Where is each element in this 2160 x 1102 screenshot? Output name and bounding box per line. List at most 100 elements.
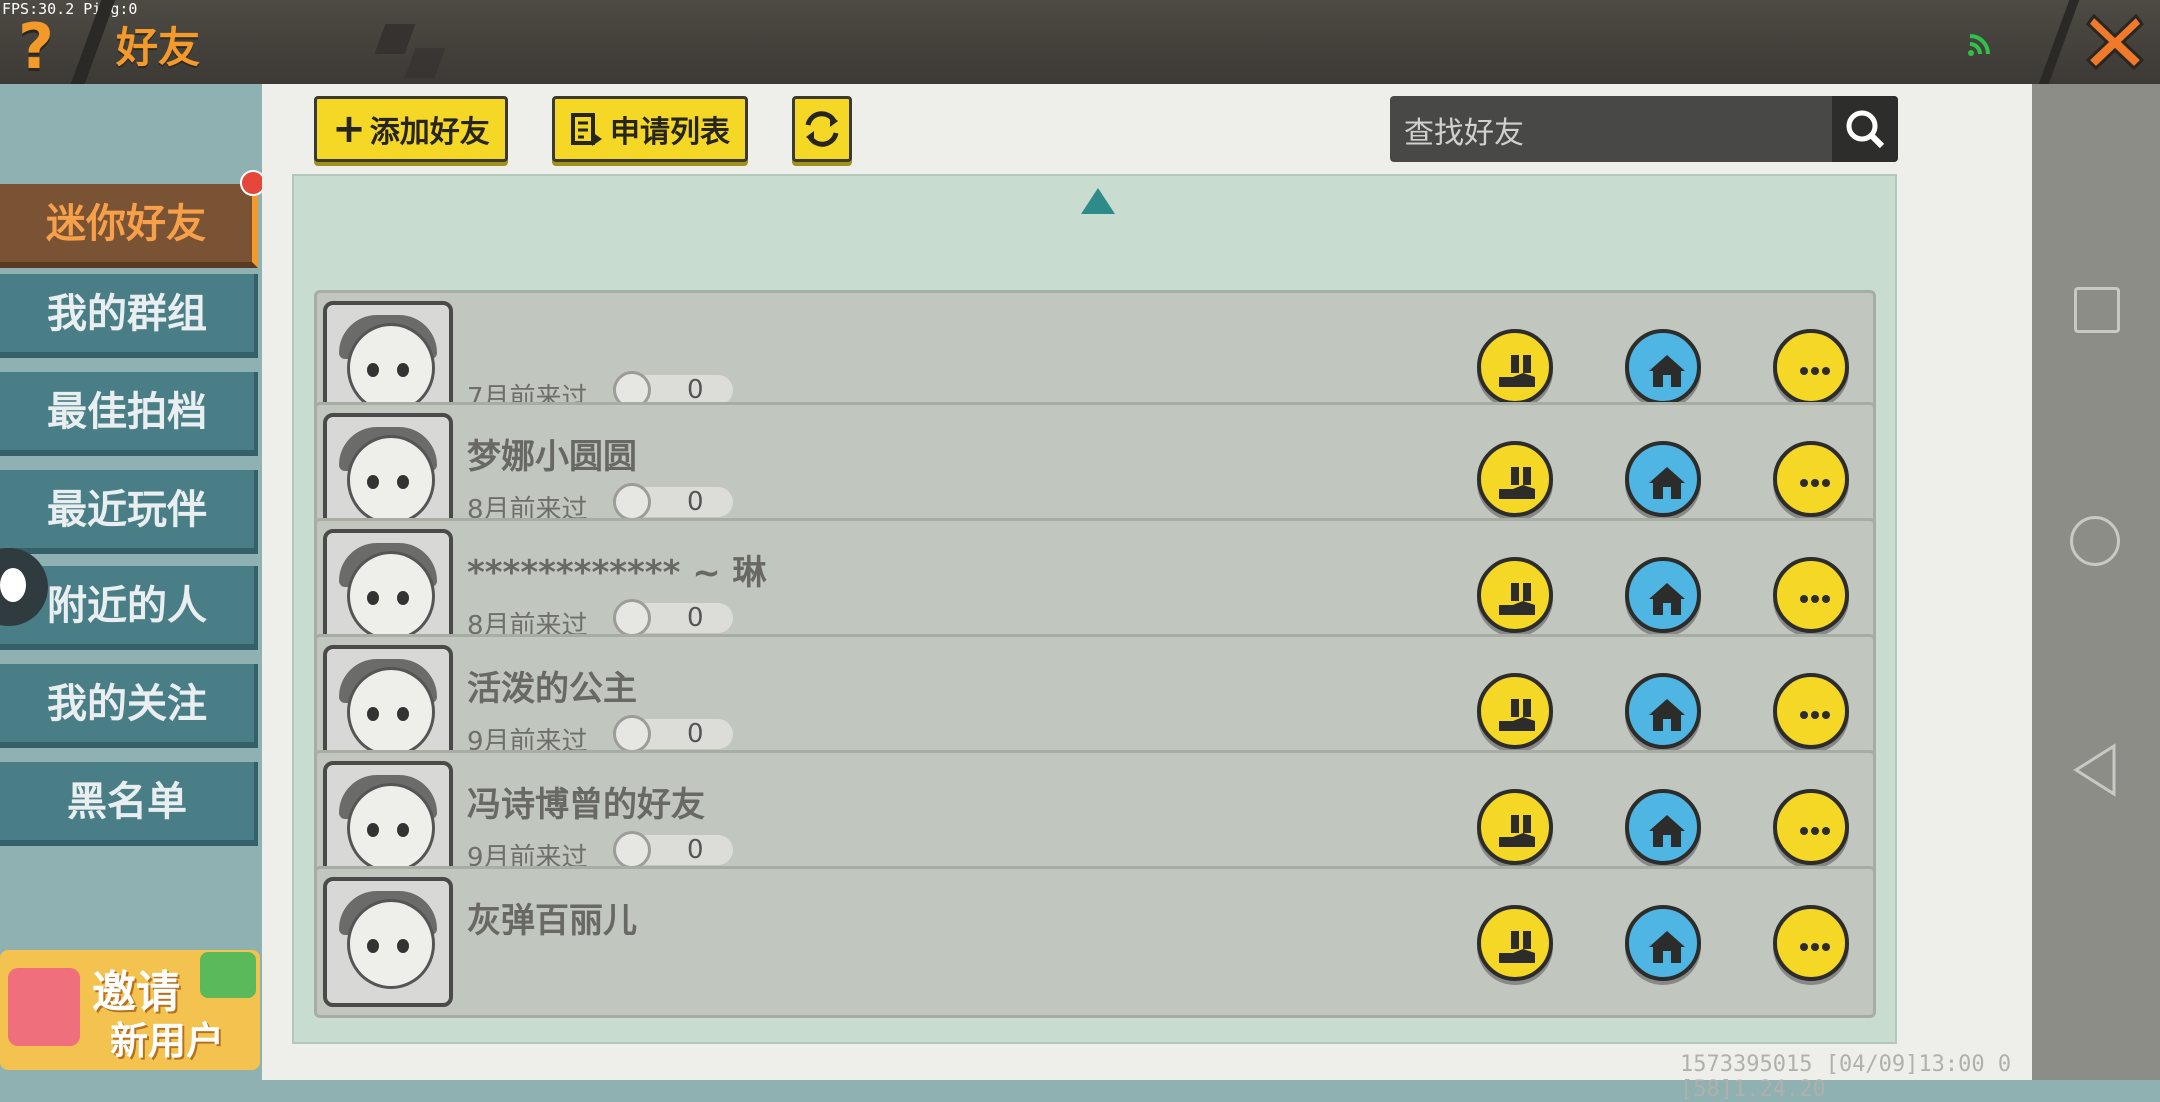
- back-icon[interactable]: [2070, 742, 2120, 798]
- top-bar: FPS:30.2 Ping:0 ? 好友: [0, 0, 2160, 84]
- friendship-score: 0: [613, 483, 733, 521]
- visit-home-button[interactable]: [1625, 789, 1701, 865]
- sidebar-item-label: 我的关注: [47, 681, 207, 727]
- avatar-face: [347, 899, 435, 989]
- sidebar-item-label: 附近的人: [47, 583, 207, 629]
- scroll-up-icon[interactable]: [1081, 188, 1115, 214]
- avatar-eye: [367, 591, 379, 605]
- visit-home-button[interactable]: [1625, 905, 1701, 981]
- build-info: 1573395015 [04/09]13:00 0 [58]1.24.20: [1680, 1052, 2012, 1102]
- friendship-score: 0: [613, 599, 733, 637]
- sidebar-item-my-groups[interactable]: 我的群组: [0, 274, 258, 358]
- request-list-label: 申请列表: [610, 115, 730, 150]
- search-box[interactable]: 查找好友: [1390, 96, 1898, 162]
- avatar-eye: [397, 707, 409, 721]
- search-icon: [1846, 110, 1885, 149]
- score-value: 0: [687, 719, 704, 749]
- score-badge-icon: [613, 483, 651, 521]
- avatar-eye: [367, 823, 379, 837]
- visit-home-button[interactable]: [1625, 441, 1701, 517]
- send-gift-button[interactable]: [1477, 789, 1553, 865]
- avatar-eye: [397, 939, 409, 953]
- avatar-face: [347, 783, 435, 873]
- avatar-face: [347, 435, 435, 525]
- recent-apps-icon[interactable]: [2074, 287, 2120, 333]
- sidebar-item-blacklist[interactable]: 黑名单: [0, 762, 258, 846]
- friendship-score: 0: [613, 831, 733, 869]
- add-friend-label: 添加好友: [369, 115, 490, 150]
- chat-button[interactable]: [1773, 905, 1849, 981]
- visit-home-button[interactable]: [1625, 329, 1701, 405]
- sidebar-item-label: 最近玩伴: [47, 487, 207, 533]
- avatar-face: [347, 667, 435, 757]
- score-badge-icon: [613, 715, 651, 753]
- friendship-score: 0: [613, 715, 733, 753]
- home-nav-icon[interactable]: [2070, 516, 2120, 566]
- close-icon[interactable]: [2080, 6, 2150, 76]
- score-badge-icon: [613, 599, 651, 637]
- avatar-eye: [397, 475, 409, 489]
- visit-home-button[interactable]: [1625, 557, 1701, 633]
- avatar-eye: [397, 591, 409, 605]
- search-button[interactable]: [1832, 96, 1898, 162]
- chat-button[interactable]: [1773, 789, 1849, 865]
- system-nav-bar: [2032, 84, 2160, 1080]
- add-friend-button[interactable]: + 添加好友: [314, 96, 508, 162]
- chat-button[interactable]: [1773, 557, 1849, 633]
- send-gift-button[interactable]: [1477, 557, 1553, 633]
- avatar-eye: [397, 363, 409, 377]
- refresh-icon: [805, 111, 839, 147]
- request-list-button[interactable]: 申请列表: [552, 96, 748, 162]
- friend-avatar[interactable]: [323, 877, 453, 1007]
- send-gift-button[interactable]: [1477, 905, 1553, 981]
- plus-icon: +: [332, 106, 366, 152]
- sidebar-item-mini-friends[interactable]: 迷你好友: [0, 184, 258, 268]
- send-gift-button[interactable]: [1477, 673, 1553, 749]
- sidebar-item-recent-players[interactable]: 最近玩伴: [0, 470, 258, 554]
- send-gift-button[interactable]: [1477, 329, 1553, 405]
- avatar-eye: [367, 363, 379, 377]
- invite-new-user-banner[interactable]: 邀请 新用户: [0, 950, 260, 1070]
- avatar-eye: [367, 939, 379, 953]
- search-input[interactable]: 查找好友: [1404, 108, 1524, 152]
- friend-name: 冯诗博曾的好友: [467, 785, 705, 825]
- sidebar-item-label: 迷你好友: [46, 201, 206, 247]
- score-value: 0: [687, 835, 704, 865]
- friend-list[interactable]: 7月前来过 0 梦娜小圆圆 8月前来过 0 ************ ~ 琳 8月前来过 0 活…: [292, 174, 1897, 1044]
- avatar-eye: [367, 707, 379, 721]
- send-gift-button[interactable]: [1477, 441, 1553, 517]
- friend-row[interactable]: 灰弹百丽儿: [314, 866, 1876, 1018]
- signal-icon: [1968, 34, 1990, 56]
- friend-name: 活泼的公主: [467, 669, 637, 709]
- divider: [2038, 0, 2080, 84]
- refresh-button[interactable]: [792, 96, 852, 162]
- score-badge-icon: [613, 831, 651, 869]
- request-list-icon: [571, 113, 602, 146]
- sidebar-item-following[interactable]: 我的关注: [0, 664, 258, 748]
- friend-name: ************ ~ 琳: [467, 553, 767, 593]
- gift-box-icon: [8, 968, 80, 1046]
- avatar-face: [347, 551, 435, 641]
- decor-stripe: [404, 48, 446, 78]
- chat-button[interactable]: [1773, 329, 1849, 405]
- help-icon[interactable]: ?: [18, 10, 54, 83]
- visit-home-button[interactable]: [1625, 673, 1701, 749]
- sidebar-item-label: 我的群组: [47, 291, 207, 337]
- score-value: 0: [687, 603, 704, 633]
- invite-subtitle: 新用户: [110, 1019, 225, 1063]
- avatar-eye: [397, 823, 409, 837]
- avatar-eye: [367, 475, 379, 489]
- wechat-icon: [200, 952, 256, 998]
- chat-button[interactable]: [1773, 673, 1849, 749]
- score-value: 0: [687, 375, 704, 405]
- sidebar-item-best-partner[interactable]: 最佳拍档: [0, 372, 258, 456]
- decor-stripe: [374, 24, 416, 54]
- floating-ball-dot: [0, 568, 26, 602]
- chat-button[interactable]: [1773, 441, 1849, 517]
- sidebar-item-label: 黑名单: [67, 779, 187, 825]
- sidebar-item-label: 最佳拍档: [47, 389, 207, 435]
- score-value: 0: [687, 487, 704, 517]
- avatar-face: [347, 323, 435, 413]
- friend-name: 梦娜小圆圆: [467, 437, 637, 477]
- friend-name: 灰弹百丽儿: [467, 901, 637, 941]
